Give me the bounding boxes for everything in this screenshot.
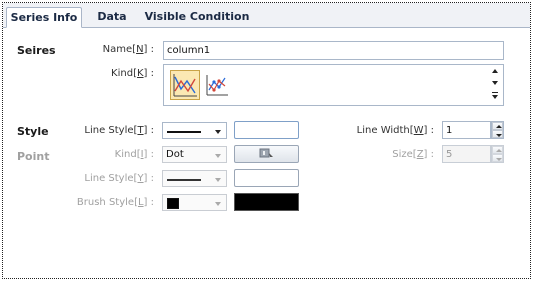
tab-visible-condition[interactable]: Visible Condition <box>141 7 253 27</box>
scroll-down-icon[interactable] <box>492 81 498 85</box>
point-image-button[interactable] <box>234 145 299 163</box>
kind-list-scrollbar[interactable] <box>490 67 502 103</box>
spin-down-icon[interactable] <box>496 158 502 161</box>
dialog-frame: Series Info Data Visible Condition Seire… <box>2 2 531 279</box>
line-width-input[interactable]: 1 <box>442 121 491 139</box>
tab-bar: Series Info Data Visible Condition <box>3 3 530 28</box>
line-chart-icon[interactable] <box>170 70 200 100</box>
tab-data[interactable]: Data <box>87 7 137 27</box>
point-size-label: Size[Z] : <box>392 149 434 160</box>
brush-style-label: Brush Style[L] : <box>76 197 154 208</box>
scroll-end-icon[interactable] <box>492 95 498 99</box>
spin-up-icon[interactable] <box>496 149 502 152</box>
style-line-style-combo[interactable] <box>162 122 227 139</box>
section-point-title: Point <box>17 150 50 163</box>
style-line-style-label: Line Style[T] : <box>84 125 154 136</box>
brush-style-combo[interactable] <box>162 194 227 211</box>
point-size-input[interactable]: 5 <box>442 145 491 163</box>
series-info-panel: Seires Name[N] : column1 Kind[K] : Style… <box>4 28 529 277</box>
point-kind-combo[interactable]: Dot <box>162 146 227 163</box>
kind-list[interactable] <box>163 64 504 106</box>
brush-swatch-icon <box>167 198 179 209</box>
chevron-down-icon <box>215 178 221 182</box>
chevron-down-icon <box>215 202 221 206</box>
name-input[interactable]: column1 <box>163 41 504 60</box>
scroll-up-icon[interactable] <box>492 69 498 73</box>
point-color-picker[interactable] <box>234 169 299 187</box>
point-kind-value: Dot <box>166 149 184 160</box>
section-style-title: Style <box>17 125 49 138</box>
kind-label: Kind[K] : <box>111 68 154 79</box>
chevron-down-icon <box>215 130 221 134</box>
point-kind-label: Kind[I] : <box>114 149 154 160</box>
tab-series-info[interactable]: Series Info <box>6 7 82 28</box>
spin-up-icon[interactable] <box>496 125 502 128</box>
point-line-style-label: Line Style[Y] : <box>84 173 154 184</box>
line-width-spinner[interactable] <box>491 121 504 139</box>
line-style-sample <box>167 131 201 133</box>
line-style-sample <box>167 179 201 181</box>
point-size-spinner[interactable] <box>491 145 504 163</box>
chevron-down-icon <box>215 154 221 158</box>
image-picker-icon <box>259 148 273 158</box>
spin-down-icon[interactable] <box>496 134 502 137</box>
point-line-style-combo[interactable] <box>162 170 227 187</box>
scroll-end-bar-icon <box>492 92 498 93</box>
line-width-label: Line Width[W] : <box>356 125 434 136</box>
point-line-chart-icon[interactable] <box>204 72 230 98</box>
section-series-title: Seires <box>17 44 56 57</box>
brush-color-picker[interactable] <box>234 193 299 211</box>
name-label: Name[N] : <box>102 44 154 55</box>
style-color-picker[interactable] <box>234 121 299 139</box>
